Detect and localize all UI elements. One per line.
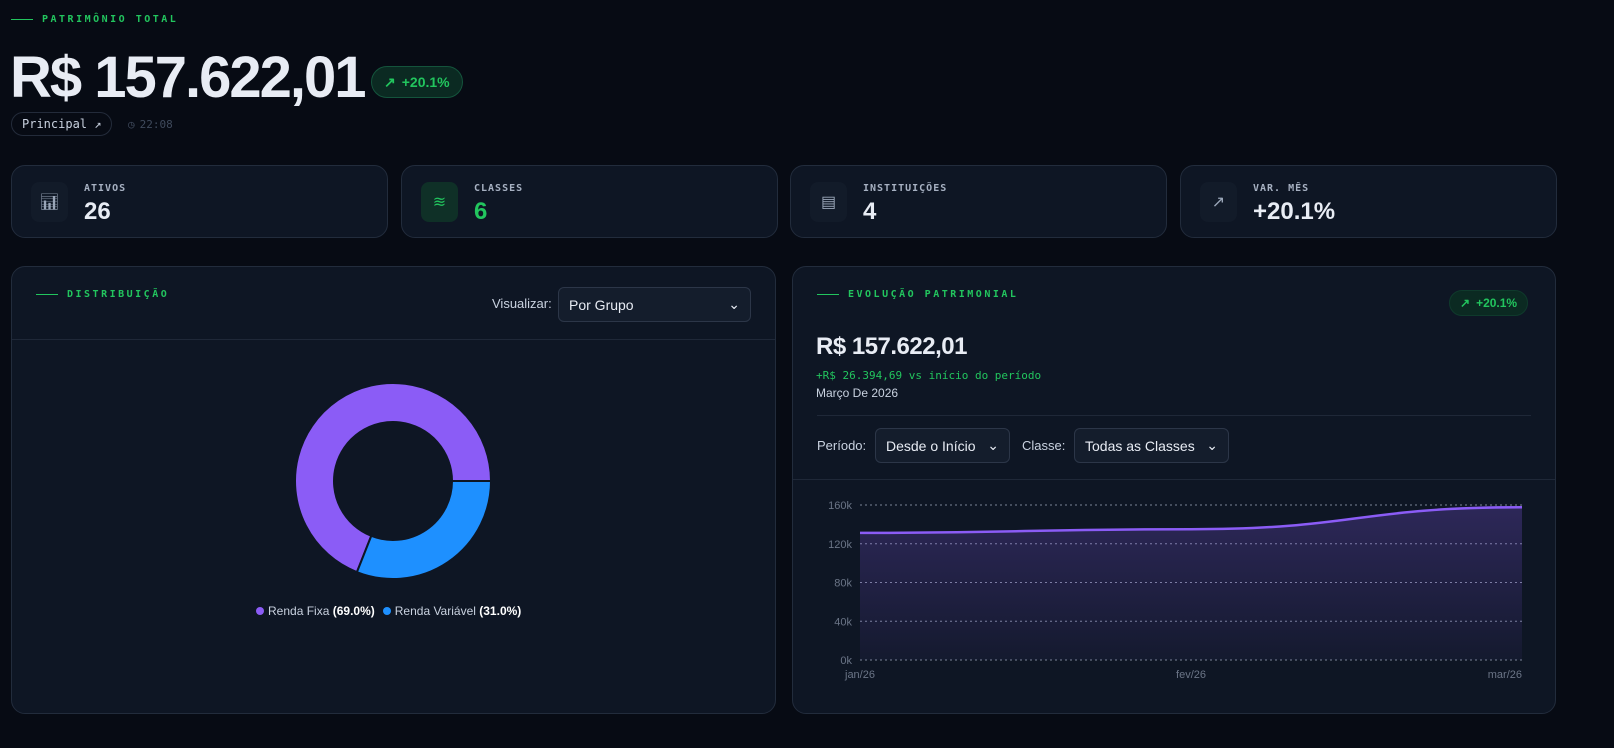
donut-chart <box>294 382 493 580</box>
last-update: ◷ 22:08 <box>128 118 173 131</box>
stat-label: INSTITUIÇÕES <box>863 183 948 194</box>
portfolio-selector[interactable]: Principal ↗ <box>11 112 113 136</box>
period-select[interactable]: Desde o Início ⌄ <box>875 428 1010 463</box>
view-label: Visualizar: <box>492 296 552 311</box>
stat-label: ATIVOS <box>84 183 127 194</box>
trending-up-icon: ↗ <box>1460 296 1471 310</box>
view-select[interactable]: Por Grupo ⌄ <box>558 287 751 322</box>
trending-up-icon: ↗ <box>1200 182 1237 222</box>
y-tick-label: 160k <box>828 500 852 512</box>
kicker-text: EVOLUÇÃO PATRIMONIAL <box>848 289 1019 300</box>
y-tick-label: 120k <box>828 539 852 551</box>
stat-value: +20.1% <box>1253 198 1336 225</box>
x-tick-label: jan/26 <box>844 669 875 681</box>
class-select[interactable]: Todas as Classes ⌄ <box>1074 428 1229 463</box>
badge-text: +20.1% <box>1476 296 1518 310</box>
legend-pct: (31.0%) <box>479 604 522 618</box>
y-tick-label: 80k <box>834 578 852 590</box>
change-badge: ↗ +20.1% <box>371 66 463 98</box>
period-label: Período: <box>817 438 867 453</box>
divider <box>793 479 1555 480</box>
x-tick-label: mar/26 <box>1488 669 1522 681</box>
legend-item: Renda Fixa (69.0%) <box>256 604 375 618</box>
stat-card-ativos: 📊︎ ATIVOS 26 <box>11 165 388 238</box>
legend-name: Renda Variável <box>394 604 476 618</box>
distribution-kicker: DISTRIBUIÇÃO <box>36 289 169 300</box>
stat-card-classes: ≋ CLASSES 6 <box>401 165 778 238</box>
total-kicker: PATRIMÔNIO TOTAL <box>11 14 178 25</box>
class-label: Classe: <box>1022 438 1066 453</box>
y-tick-label: 40k <box>834 616 852 628</box>
evolution-date: Março De 2026 <box>816 386 899 400</box>
evolution-kicker: EVOLUÇÃO PATRIMONIAL <box>817 289 1018 300</box>
evolution-delta: +R$ 26.394,69 vs início do período <box>816 369 1042 382</box>
stat-value: 26 <box>84 198 111 225</box>
stat-card-var-mes: ↗ VAR. MÊS +20.1% <box>1180 165 1557 238</box>
layers-icon: ≋ <box>421 182 458 222</box>
evolution-chart: 0k 40k 80k 120k 160k jan/26 fev/26 mar/26 <box>828 500 1523 681</box>
stat-card-instituicoes: ▤ INSTITUIÇÕES 4 <box>790 165 1167 238</box>
stat-value: 6 <box>474 198 488 225</box>
view-value: Por Grupo <box>569 296 634 313</box>
evolution-value: R$ 157.622,01 <box>816 333 967 360</box>
x-tick-label: fev/26 <box>1176 669 1206 681</box>
legend-pct: (69.0%) <box>332 604 375 618</box>
divider <box>817 415 1531 416</box>
y-tick-label: 0k <box>840 655 852 667</box>
class-value: Todas as Classes <box>1085 437 1195 454</box>
kicker-text: DISTRIBUIÇÃO <box>67 289 170 300</box>
evolution-badge: ↗ +20.1% <box>1449 290 1529 316</box>
trending-up-icon: ↗ <box>384 73 396 90</box>
chevron-down-icon: ⌄ <box>728 296 740 312</box>
total-value: R$ 157.622,01 <box>10 45 367 110</box>
kicker-text: PATRIMÔNIO TOTAL <box>42 14 179 25</box>
period-value: Desde o Início <box>886 437 976 454</box>
donut-legend: Renda Fixa (69.0%) Renda Variável (31.0%… <box>256 604 521 618</box>
legend-name: Renda Fixa <box>268 604 330 618</box>
chevron-down-icon: ⌄ <box>1206 437 1218 453</box>
bar-chart-icon: 📊︎ <box>31 182 68 222</box>
donut-slice[interactable] <box>355 480 493 580</box>
building-icon: ▤ <box>810 182 847 222</box>
chevron-down-icon: ⌄ <box>987 437 999 453</box>
clock-icon: ◷ <box>128 118 135 131</box>
stat-label: CLASSES <box>474 183 524 194</box>
divider <box>12 339 775 340</box>
time-text: 22:08 <box>139 118 173 131</box>
stat-value: 4 <box>863 198 877 225</box>
legend-item: Renda Variável (31.0%) <box>382 604 522 618</box>
stat-label: VAR. MÊS <box>1253 183 1310 194</box>
change-text: +20.1% <box>401 74 450 90</box>
